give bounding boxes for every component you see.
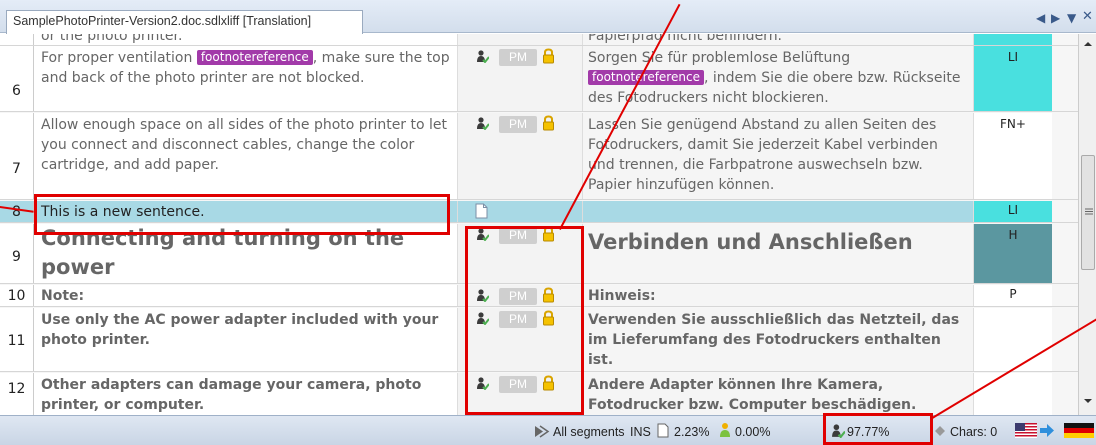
status-cell: PM (458, 113, 583, 199)
status-cell: PM (458, 46, 583, 111)
source-cell: Allow enough space on all sides of the p… (34, 113, 458, 199)
highlight-box-status-column (465, 226, 584, 415)
display-cell: FN+ (974, 113, 1052, 199)
vertical-scrollbar[interactable] (1078, 34, 1096, 415)
display-cell: LI (974, 46, 1052, 111)
tab-next-icon[interactable]: ▶ (1051, 11, 1060, 25)
document-tab[interactable]: SamplePhotoPrinter-Version2.doc.sdlxliff… (6, 10, 363, 34)
tab-menu-icon[interactable]: ▼ (1067, 11, 1076, 25)
insert-mode-label: INS (630, 425, 651, 439)
highlight-box-progress (823, 413, 933, 445)
scroll-thumb[interactable] (1081, 155, 1095, 270)
display-cell (974, 34, 1052, 45)
target-cell[interactable] (583, 201, 974, 222)
chars-count: Chars: 0 (950, 425, 998, 439)
segment-number: 7 (0, 113, 34, 199)
us-flag-icon[interactable] (1015, 423, 1037, 438)
segment-row[interactable]: or the photo printer. Papierpfad nicht b… (0, 34, 1078, 46)
source-cell: For proper ventilation footnotereference… (34, 46, 458, 111)
target-cell[interactable]: Lassen Sie genügend Abstand zu allen Sei… (583, 113, 974, 199)
filter-icon[interactable] (534, 425, 550, 438)
chars-icon (935, 426, 945, 436)
target-cell[interactable]: Sorgen Sie für problemlose Belüftung foo… (583, 46, 974, 111)
lock-icon (543, 48, 554, 64)
source-cell: Other adapters can damage your camera, p… (34, 373, 458, 415)
target-cell[interactable]: Andere Adapter können Ihre Kamera, Fotod… (583, 373, 974, 415)
segment-number (0, 34, 34, 45)
display-cell (974, 308, 1052, 371)
grip-icon (1085, 208, 1093, 215)
segment-row[interactable]: 7 Allow enough space on all sides of the… (0, 113, 1078, 200)
tab-prev-icon[interactable]: ◀ (1036, 11, 1045, 25)
target-cell[interactable]: Verwenden Sie ausschließlich das Netztei… (583, 308, 974, 371)
german-flag-icon[interactable] (1064, 423, 1094, 438)
segment-number: 10 (0, 285, 34, 306)
document-icon (657, 423, 669, 438)
target-cell[interactable]: Verbinden und Anschließen (583, 224, 974, 283)
display-cell (974, 373, 1052, 415)
arrow-right-icon (1040, 424, 1054, 437)
fuzzy-icon (720, 423, 730, 437)
segment-number: 12 (0, 373, 34, 415)
editor-window: SamplePhotoPrinter-Version2.doc.sdlxliff… (0, 0, 1096, 445)
source-cell: Use only the AC power adapter included w… (34, 308, 458, 371)
fuzzy-percent: 0.00% (735, 425, 771, 439)
pm-badge: PM (499, 49, 537, 66)
tab-bar: SamplePhotoPrinter-Version2.doc.sdlxliff… (0, 0, 1096, 34)
status-cell (458, 34, 583, 45)
display-cell: P (974, 285, 1052, 306)
document-icon (475, 203, 488, 219)
segment-row[interactable]: 6 For proper ventilation footnotereferen… (0, 46, 1078, 112)
target-cell[interactable]: Hinweis: (583, 285, 974, 306)
target-cell[interactable]: Papierpfad nicht behindern. (583, 34, 974, 45)
tab-close-icon[interactable]: ✕ (1082, 9, 1093, 24)
scroll-down-icon[interactable] (1083, 398, 1093, 404)
pm-badge: PM (499, 116, 537, 133)
footnote-tag[interactable]: footnotereference (588, 70, 704, 85)
display-cell: H (974, 224, 1052, 283)
segment-number: 9 (0, 224, 34, 283)
source-cell: Note: (34, 285, 458, 306)
segment-filter-label[interactable]: All segments (553, 425, 625, 439)
segment-number: 11 (0, 308, 34, 371)
new-percent: 2.23% (674, 425, 710, 439)
person-check-icon (477, 50, 489, 63)
display-cell: LI (974, 201, 1052, 222)
footnote-tag[interactable]: footnotereference (196, 50, 313, 65)
highlight-box-new-segment (34, 194, 450, 235)
source-cell: or the photo printer. (34, 34, 458, 45)
scroll-up-icon[interactable] (1083, 41, 1093, 47)
person-check-icon (477, 117, 489, 130)
lock-icon (543, 115, 554, 131)
segment-number: 6 (0, 46, 34, 111)
